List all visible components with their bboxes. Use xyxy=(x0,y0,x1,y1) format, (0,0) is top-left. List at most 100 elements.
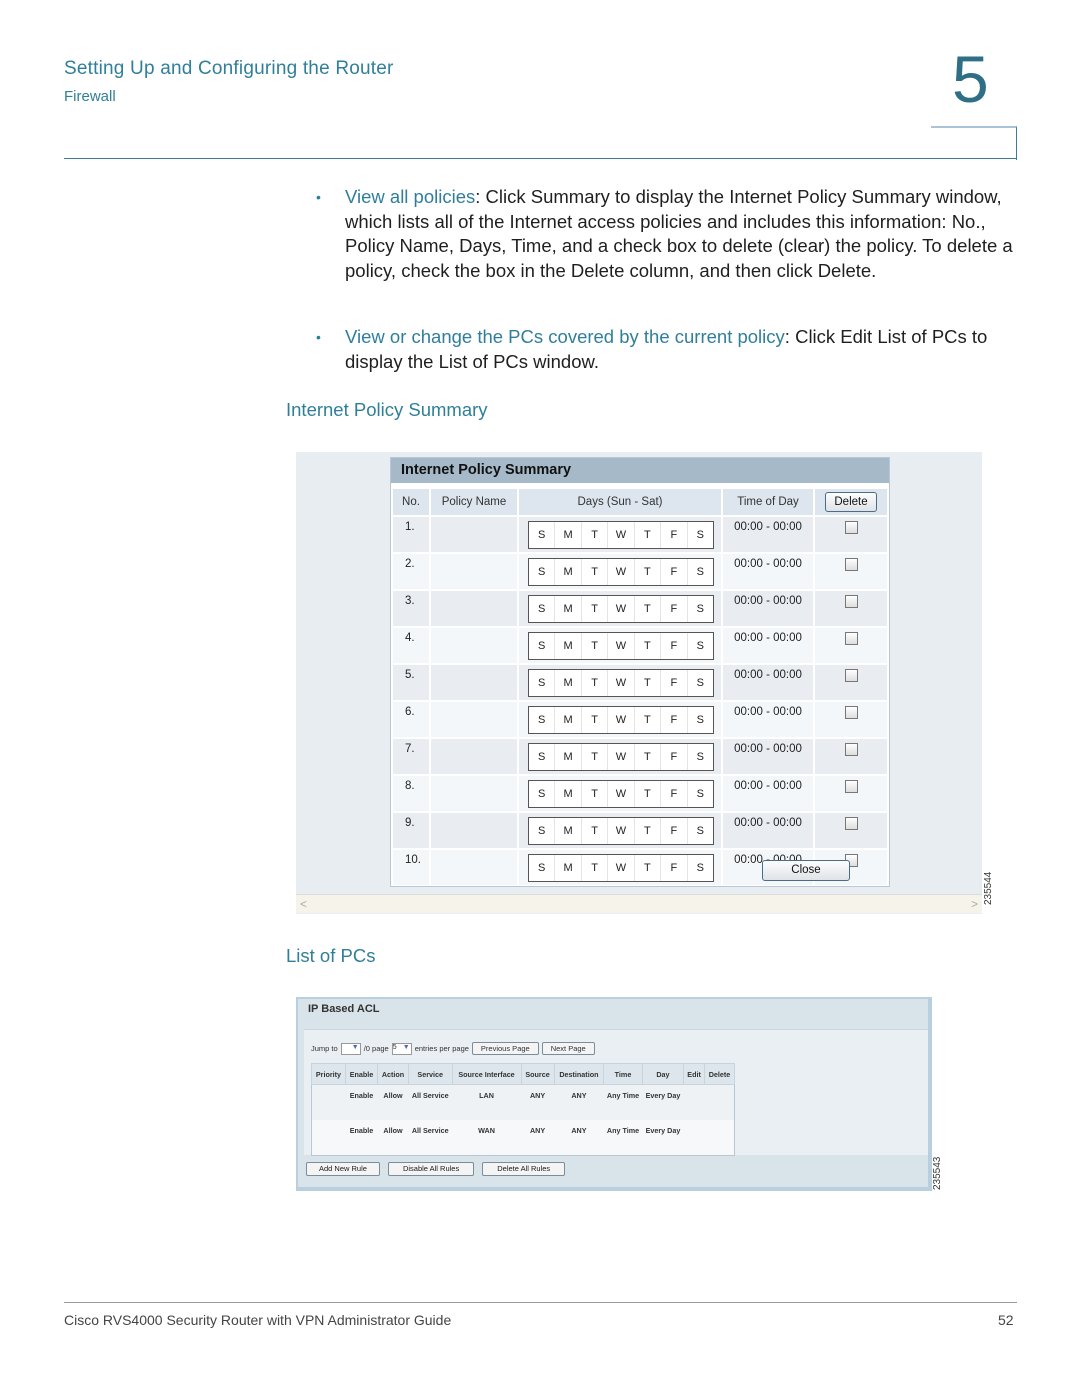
day-toggle[interactable]: T xyxy=(635,744,662,770)
day-toggle[interactable]: S xyxy=(529,522,556,548)
day-toggle[interactable]: F xyxy=(661,781,688,807)
day-toggle[interactable]: T xyxy=(635,781,662,807)
day-toggle[interactable]: T xyxy=(582,522,609,548)
day-toggle[interactable]: S xyxy=(688,781,713,807)
day-toggle[interactable]: M xyxy=(555,522,582,548)
day-toggle[interactable]: S xyxy=(529,596,556,622)
delete-checkbox[interactable] xyxy=(844,558,858,571)
day-toggle[interactable]: F xyxy=(661,818,688,844)
add-new-rule-button[interactable]: Add New Rule xyxy=(306,1162,380,1176)
day-toggle[interactable]: T xyxy=(582,596,609,622)
acl-cell-enable: Enable xyxy=(345,1120,378,1156)
day-toggle[interactable]: F xyxy=(661,707,688,733)
day-toggle[interactable]: W xyxy=(608,522,635,548)
day-toggle[interactable]: M xyxy=(555,596,582,622)
jump-to-select[interactable]: ▼ xyxy=(340,1042,361,1055)
day-toggle[interactable]: M xyxy=(555,670,582,696)
day-toggle[interactable]: S xyxy=(688,818,713,844)
day-toggle[interactable]: S xyxy=(529,670,556,696)
delete-checkbox[interactable] xyxy=(844,632,858,645)
day-toggle[interactable]: T xyxy=(582,818,609,844)
day-toggle[interactable]: M xyxy=(555,633,582,659)
entries-per-page-select[interactable]: 5 ▼ xyxy=(391,1042,412,1055)
horizontal-scrollbar[interactable]: < > xyxy=(296,894,982,913)
column-header-policy-name: Policy Name xyxy=(431,489,517,515)
day-toggle[interactable]: W xyxy=(608,781,635,807)
day-toggle[interactable]: S xyxy=(529,707,556,733)
day-toggle[interactable]: S xyxy=(688,744,713,770)
day-toggle[interactable]: F xyxy=(661,559,688,585)
day-toggle[interactable]: W xyxy=(608,707,635,733)
day-toggle[interactable]: T xyxy=(582,633,609,659)
day-toggle[interactable]: S xyxy=(529,559,556,585)
column-header: Destination xyxy=(553,1063,605,1085)
day-toggle[interactable]: M xyxy=(555,781,582,807)
day-toggle[interactable]: S xyxy=(688,559,713,585)
day-toggle[interactable]: S xyxy=(529,744,556,770)
day-toggle[interactable]: W xyxy=(608,670,635,696)
day-toggle[interactable]: S xyxy=(529,855,556,881)
day-toggle[interactable]: W xyxy=(608,744,635,770)
day-toggle[interactable]: T xyxy=(582,744,609,770)
day-toggle[interactable]: T xyxy=(582,559,609,585)
day-toggle[interactable]: T xyxy=(582,855,609,881)
delete-checkbox[interactable] xyxy=(844,521,858,534)
day-toggle[interactable]: T xyxy=(635,522,662,548)
day-toggle[interactable]: T xyxy=(635,670,662,696)
day-toggle[interactable]: W xyxy=(608,559,635,585)
day-toggle[interactable]: T xyxy=(582,670,609,696)
day-toggle[interactable]: M xyxy=(555,818,582,844)
day-toggle[interactable]: W xyxy=(608,818,635,844)
day-toggle[interactable]: W xyxy=(608,855,635,881)
day-toggle[interactable]: S xyxy=(688,633,713,659)
day-toggle[interactable]: F xyxy=(661,670,688,696)
day-toggle[interactable]: F xyxy=(661,855,688,881)
day-toggle[interactable]: T xyxy=(582,781,609,807)
day-toggle[interactable]: S xyxy=(688,522,713,548)
day-toggle[interactable]: T xyxy=(635,855,662,881)
day-toggle[interactable]: M xyxy=(555,707,582,733)
day-toggle[interactable]: T xyxy=(635,596,662,622)
day-toggle[interactable]: T xyxy=(635,633,662,659)
day-toggle[interactable]: T xyxy=(635,707,662,733)
delete-checkbox[interactable] xyxy=(844,817,858,830)
policy-days: SMTWTFS xyxy=(519,813,721,848)
scroll-left-icon[interactable]: < xyxy=(300,897,307,911)
day-toggle[interactable]: S xyxy=(529,781,556,807)
day-toggle[interactable]: S xyxy=(529,818,556,844)
delete-checkbox[interactable] xyxy=(844,706,858,719)
day-toggle[interactable]: W xyxy=(608,633,635,659)
day-toggle[interactable]: F xyxy=(661,744,688,770)
day-toggle[interactable]: S xyxy=(688,596,713,622)
day-toggle[interactable]: T xyxy=(635,559,662,585)
delete-checkbox[interactable] xyxy=(844,780,858,793)
day-toggle[interactable]: M xyxy=(555,559,582,585)
policy-time: 00:00 - 00:00 xyxy=(723,776,813,811)
scroll-right-icon[interactable]: > xyxy=(971,897,978,911)
day-toggle[interactable]: W xyxy=(608,596,635,622)
column-header: Edit xyxy=(683,1063,706,1085)
column-header: Action xyxy=(377,1063,409,1085)
day-toggle[interactable]: T xyxy=(635,818,662,844)
day-toggle[interactable]: F xyxy=(661,522,688,548)
day-toggle[interactable]: M xyxy=(555,744,582,770)
day-toggle[interactable]: S xyxy=(529,633,556,659)
day-toggle[interactable]: S xyxy=(688,670,713,696)
disable-all-rules-button[interactable]: Disable All Rules xyxy=(387,1162,475,1176)
day-toggle[interactable]: T xyxy=(582,707,609,733)
delete-all-rules-button[interactable]: Delete All Rules xyxy=(482,1162,566,1176)
days-selector: SMTWTFS xyxy=(528,854,714,882)
close-button[interactable]: Close xyxy=(762,860,850,881)
days-selector: SMTWTFS xyxy=(528,669,714,697)
previous-page-button[interactable]: Previous Page xyxy=(471,1042,539,1055)
day-toggle[interactable]: S xyxy=(688,855,713,881)
day-toggle[interactable]: M xyxy=(555,855,582,881)
delete-checkbox[interactable] xyxy=(844,595,858,608)
delete-button[interactable]: Delete xyxy=(825,492,877,512)
day-toggle[interactable]: F xyxy=(661,596,688,622)
next-page-button[interactable]: Next Page xyxy=(541,1042,595,1055)
day-toggle[interactable]: S xyxy=(688,707,713,733)
delete-checkbox[interactable] xyxy=(844,669,858,682)
day-toggle[interactable]: F xyxy=(661,633,688,659)
delete-checkbox[interactable] xyxy=(844,743,858,756)
